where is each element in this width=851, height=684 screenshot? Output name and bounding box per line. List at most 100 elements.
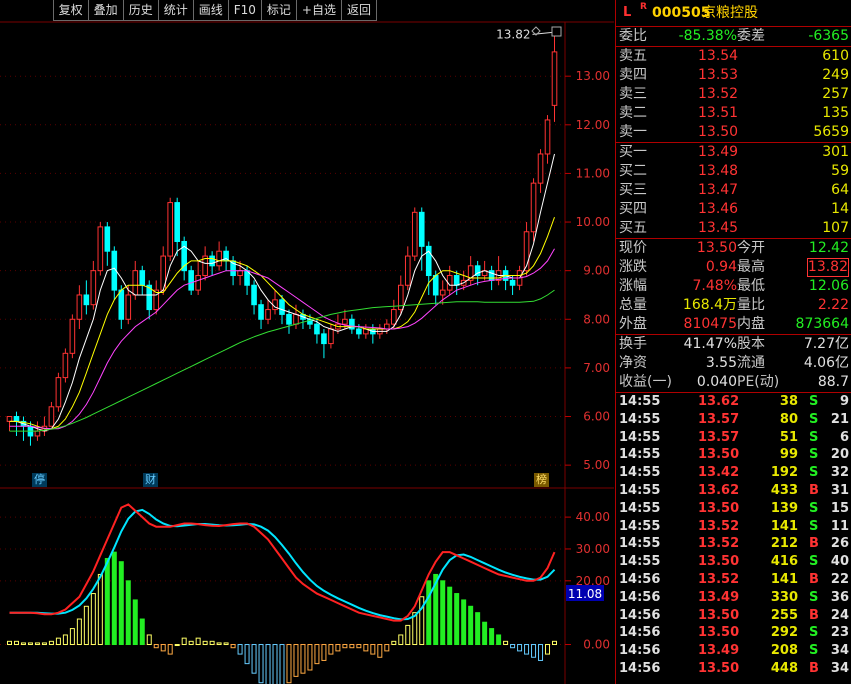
quote-value-2: 13.82 (806, 258, 849, 277)
kline-chart-area[interactable]: 13.00 12.00 11.00 10.00 9.00 8.00 7.00 6.00 5.00… (0, 0, 614, 684)
tick-row[interactable]: 14:55 13.52 141 S 11 (616, 518, 851, 536)
candle-body (167, 202, 174, 257)
tick-list[interactable]: 14:55 13.62 38 S 9 14:55 13.57 80 S 21 14:55 13.57 5… (616, 393, 851, 678)
tick-count: 31 (830, 482, 849, 498)
toolbar-button-5[interactable]: F10 (227, 0, 262, 21)
tick-row[interactable]: 14:55 13.62 433 B 31 (616, 482, 851, 500)
histogram-bar (377, 644, 383, 658)
stats-label: 收益(一) (619, 374, 672, 390)
histogram-bar (174, 644, 180, 647)
toolbar-button-3[interactable]: 统计 (157, 0, 194, 21)
price-axis-label: 9.00 (583, 264, 610, 278)
candle-body (258, 304, 264, 320)
asks-row[interactable]: 卖一 13.50 5659 (616, 123, 851, 142)
candle-body (321, 333, 327, 345)
tick-volume: 416 (770, 554, 798, 570)
price-axis-label: 5.00 (583, 458, 610, 472)
candle-body (69, 318, 76, 354)
tick-row[interactable]: 14:56 13.52 141 B 22 (616, 571, 851, 589)
candle-body (432, 275, 439, 296)
toolbar-button-6[interactable]: 标记 (260, 0, 297, 21)
weibi-label: 委比 (619, 28, 647, 44)
tick-row[interactable]: 14:55 13.50 416 S 40 (616, 553, 851, 571)
event-marker[interactable]: 停 (32, 473, 47, 487)
bids-row[interactable]: 买四 13.46 14 (616, 200, 851, 219)
weicha-value: -6365 (808, 28, 849, 44)
histogram-bar (34, 642, 40, 646)
histogram-bar (370, 644, 376, 655)
asks-row[interactable]: 卖五 13.54 610 (616, 47, 851, 66)
tick-row[interactable]: 14:56 13.50 292 S 23 (616, 624, 851, 642)
bids-label: 买四 (619, 201, 647, 217)
tick-time: 14:56 (619, 607, 661, 623)
histogram-bar (216, 642, 222, 646)
bids-volume: 59 (831, 163, 849, 179)
tick-count: 34 (830, 643, 849, 659)
histogram-bar (552, 640, 558, 646)
candle-body (453, 275, 460, 286)
candle-body (279, 299, 285, 315)
tick-row[interactable]: 14:56 13.50 448 B 34 (616, 660, 851, 678)
tick-price: 13.49 (698, 589, 740, 605)
histogram-bar (153, 644, 159, 649)
tick-row[interactable]: 14:55 13.50 99 S 20 (616, 446, 851, 464)
histogram-bar (251, 644, 257, 674)
market-flag: L (623, 5, 632, 20)
histogram-bar (202, 640, 208, 646)
tick-row[interactable]: 14:55 13.52 212 B 26 (616, 535, 851, 553)
histogram-bar (482, 621, 488, 646)
tick-side: S (809, 447, 819, 463)
toolbar-button-8[interactable]: 返回 (340, 0, 377, 21)
candle-body (55, 377, 62, 408)
candle-body (195, 275, 201, 291)
tick-row[interactable]: 14:55 13.42 192 S 32 (616, 464, 851, 482)
bids-row[interactable]: 买二 13.48 59 (616, 162, 851, 181)
bids-row[interactable]: 买三 13.47 64 (616, 181, 851, 200)
candle-body (356, 328, 362, 335)
candle-body (132, 270, 139, 296)
tick-row[interactable]: 14:56 13.49 208 S 34 (616, 642, 851, 660)
event-marker[interactable]: 榜 (534, 473, 549, 487)
toolbar-button-7[interactable]: +自选 (295, 0, 342, 21)
asks-volume: 257 (822, 86, 849, 102)
tick-count: 6 (839, 429, 849, 445)
bids-row[interactable]: 买五 13.45 107 (616, 219, 851, 238)
histogram-bar (342, 644, 348, 649)
kline-chart[interactable]: 13.00 12.00 11.00 10.00 9.00 8.00 7.00 6.00 5.00… (0, 0, 614, 684)
toolbar-button-4[interactable]: 画线 (192, 0, 229, 21)
toolbar-button-0[interactable]: 复权 (52, 0, 89, 21)
tick-price: 13.50 (698, 625, 740, 641)
histogram-bar (132, 599, 138, 646)
price-axis-label: 6.00 (583, 410, 610, 424)
tick-row[interactable]: 14:55 13.62 38 S 9 (616, 393, 851, 411)
tick-row[interactable]: 14:55 13.57 80 S 21 (616, 411, 851, 429)
asks-row[interactable]: 卖二 13.51 135 (616, 104, 851, 123)
histogram-bar (524, 644, 530, 655)
tick-volume: 255 (770, 607, 798, 623)
event-marker[interactable]: 财 (143, 473, 158, 487)
histogram-bar (426, 580, 432, 646)
tick-row[interactable]: 14:55 13.57 51 S 6 (616, 429, 851, 447)
bids-row[interactable]: 买一 13.49 301 (616, 143, 851, 162)
tick-side: S (809, 643, 819, 659)
histogram-bar (398, 634, 404, 646)
toolbar-button-1[interactable]: 叠加 (87, 0, 124, 21)
histogram-bar (272, 644, 278, 684)
tick-row[interactable]: 14:56 13.49 330 S 36 (616, 589, 851, 607)
tick-price: 13.52 (698, 571, 740, 587)
asks-volume: 135 (822, 105, 849, 121)
tick-time: 14:55 (619, 536, 661, 552)
histogram-bar (244, 644, 250, 665)
quote-label-2: 内盘 (737, 316, 765, 332)
stock-name[interactable]: 京粮控股 (702, 0, 758, 26)
tick-row[interactable]: 14:56 13.50 255 B 24 (616, 607, 851, 625)
toolbar-button-2[interactable]: 历史 (122, 0, 159, 21)
tick-row[interactable]: 14:55 13.50 139 S 15 (616, 500, 851, 518)
tick-side: S (809, 394, 819, 409)
histogram-bar (454, 593, 460, 646)
asks-row[interactable]: 卖三 13.52 257 (616, 85, 851, 104)
candle-body (209, 255, 215, 267)
asks-row[interactable]: 卖四 13.53 249 (616, 66, 851, 85)
candle-body (62, 352, 69, 379)
histogram-bar (195, 637, 201, 646)
